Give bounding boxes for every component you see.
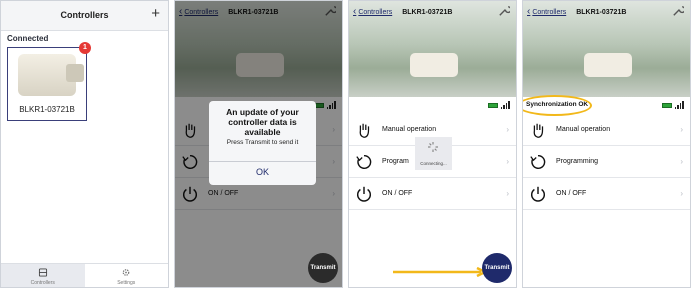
chevron-right-icon: › <box>680 157 683 166</box>
menu-label: Manual operation <box>556 126 611 133</box>
plus-icon[interactable]: + <box>151 6 160 21</box>
back-label: Controllers <box>358 8 393 16</box>
menu-item-onoff[interactable]: ON / OFF › <box>349 178 516 210</box>
gear-icon <box>122 269 130 276</box>
controller-detail-connecting-screen: ‹ Controllers BLKR1-03721B Manual operati… <box>348 0 517 288</box>
notification-badge: 1 <box>79 42 91 54</box>
ok-button[interactable]: OK <box>209 167 316 177</box>
menu-item-manual[interactable]: Manual operation › <box>523 114 690 146</box>
highlight-circle <box>523 95 592 116</box>
chevron-right-icon: › <box>680 189 683 198</box>
menu-item-onoff[interactable]: ON / OFF › <box>523 178 690 210</box>
menu-label: Programming <box>556 158 599 165</box>
menu-item-programming[interactable]: Programming › <box>523 146 690 178</box>
menu-label: ON / OFF <box>556 190 587 197</box>
hand-icon <box>359 123 370 138</box>
chevron-right-icon: › <box>506 157 509 166</box>
loading-label: Connecting... <box>420 161 447 166</box>
update-dialog: An update of your controller data is ava… <box>209 101 316 185</box>
spinner-icon <box>428 142 438 152</box>
refresh-icon <box>530 154 546 169</box>
menu-list: Manual operation › Programming › ON / OF… <box>523 114 690 210</box>
divider <box>209 161 316 162</box>
dialog-title: An update of your controller data is ava… <box>226 107 299 137</box>
transmit-button[interactable]: Transmit <box>482 253 512 283</box>
nav-bar: ‹ Controllers BLKR1-03721B <box>523 1 690 23</box>
chevron-left-icon: ‹ <box>527 6 531 17</box>
signal-icon <box>500 101 510 109</box>
controller-image <box>18 54 84 96</box>
battery-icon <box>488 103 498 108</box>
refresh-icon <box>356 154 372 169</box>
controllers-screen: Controllers + Connected BLKR1-03721B 1 C… <box>0 0 169 288</box>
menu-label: Program <box>382 158 409 165</box>
chevron-right-icon: › <box>680 125 683 134</box>
menu-label: Manual operation <box>382 126 437 133</box>
dialog-message: Press Transmit to send it <box>226 139 299 146</box>
header: Controllers + <box>1 1 168 31</box>
arrow-right-icon <box>393 267 488 277</box>
status-row: Synchronization OK <box>523 95 690 116</box>
tab-bar: Controllers Settings <box>1 263 168 287</box>
signal-icon <box>674 101 684 109</box>
page-title: BLKR1-03721B <box>576 8 627 16</box>
tab-settings[interactable]: Settings <box>85 264 169 287</box>
chevron-right-icon: › <box>506 189 509 198</box>
battery-icon <box>662 103 672 108</box>
device-card[interactable]: BLKR1-03721B <box>7 47 87 121</box>
power-icon <box>356 186 372 202</box>
chevron-right-icon: › <box>506 125 509 134</box>
tab-label: Settings <box>117 280 136 286</box>
controller-detail-update-screen: ‹ Controllers BLKR1-03721B › › ON / OFF ›… <box>174 0 343 288</box>
tab-label: Controllers <box>30 280 55 286</box>
controller-icon <box>38 268 47 277</box>
nav-bar: ‹ Controllers BLKR1-03721B <box>349 1 516 23</box>
wrench-icon[interactable] <box>497 5 510 18</box>
power-icon <box>530 186 546 202</box>
transmit-button[interactable]: Transmit <box>308 253 338 283</box>
menu-label: ON / OFF <box>382 190 413 197</box>
wrench-icon[interactable] <box>671 5 684 18</box>
back-button[interactable]: ‹ Controllers <box>353 7 392 17</box>
page-title: Controllers <box>60 10 109 20</box>
hand-icon <box>533 123 544 138</box>
status-row <box>349 100 516 112</box>
page-title: BLKR1-03721B <box>402 8 453 16</box>
chevron-left-icon: ‹ <box>353 6 357 17</box>
loading-indicator: Connecting... <box>415 137 452 170</box>
tab-controllers[interactable]: Controllers <box>1 264 85 287</box>
device-name: BLKR1-03721B <box>19 105 75 114</box>
back-button[interactable]: ‹ Controllers <box>527 7 566 17</box>
back-label: Controllers <box>532 8 567 16</box>
controller-detail-synced-screen: ‹ Controllers BLKR1-03721B Synchronizatio… <box>522 0 691 288</box>
